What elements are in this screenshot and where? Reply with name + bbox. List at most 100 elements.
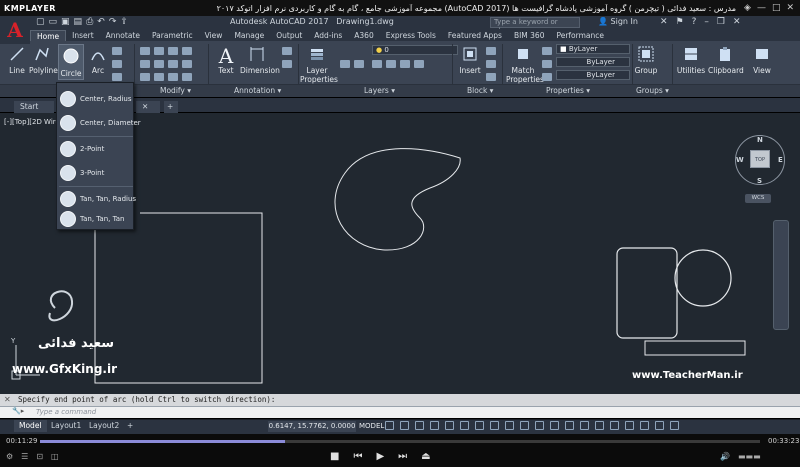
sign-in-button[interactable]: 👤 Sign In [598, 17, 638, 26]
close-icon[interactable]: ✕ [786, 3, 794, 13]
layer-match-icon[interactable] [340, 60, 350, 68]
open-file-icon[interactable]: ▭ [49, 17, 58, 27]
erase-icon[interactable] [182, 47, 192, 55]
layer-lock-icon[interactable] [414, 60, 424, 68]
panel-layers[interactable]: Layers ▾ [364, 86, 395, 95]
layer-isolate-icon[interactable] [386, 60, 396, 68]
a360-icon[interactable]: ⚑ [676, 17, 684, 27]
leader-icon[interactable] [282, 47, 292, 55]
line-button[interactable]: Line [6, 46, 28, 75]
selection-cycling-icon[interactable] [520, 421, 529, 430]
annotation-scale-icon[interactable] [535, 421, 544, 430]
coordinates-display[interactable]: 0.6147, 15.7762, 0.0000 [268, 421, 356, 432]
volume-slider[interactable]: ▬▬▬ [738, 452, 761, 461]
wcs-menu[interactable]: WCS [745, 194, 771, 203]
pin-icon[interactable]: ◈ [744, 3, 751, 13]
save-as-icon[interactable]: ▤ [74, 17, 83, 27]
tab-parametric[interactable]: Parametric [146, 30, 199, 41]
seek-bar[interactable] [40, 440, 760, 443]
window-restore-icon[interactable]: ❐ [717, 17, 725, 27]
exchange-icon[interactable]: ✕ [660, 17, 668, 27]
command-prompt-icon[interactable]: 🔧▸ [12, 407, 24, 415]
compass-north[interactable]: N [757, 136, 763, 144]
tab-insert[interactable]: Insert [66, 30, 100, 41]
transparency-icon[interactable] [505, 421, 514, 430]
explode-icon[interactable] [182, 60, 192, 68]
layer-previous-icon[interactable] [354, 60, 364, 68]
utilities-button[interactable]: Utilities [676, 46, 706, 75]
app-menu-button[interactable]: A [0, 16, 30, 44]
lineweight-toggle-icon[interactable] [490, 421, 499, 430]
tab-express-tools[interactable]: Express Tools [380, 30, 442, 41]
share-icon[interactable]: ⇪ [120, 17, 128, 27]
panel-block[interactable]: Block ▾ [467, 86, 493, 95]
layer-dropdown[interactable]: ● 0 [372, 45, 458, 55]
model-space-button[interactable]: MODEL [356, 421, 387, 432]
new-file-icon[interactable]: ▢ [36, 17, 45, 27]
edit-block-icon[interactable] [486, 60, 496, 68]
text-button[interactable]: A Text [216, 44, 236, 75]
panel-annotation[interactable]: Annotation ▾ [234, 86, 281, 95]
grid-icon[interactable] [385, 421, 394, 430]
tab-view[interactable]: View [199, 30, 229, 41]
tab-home[interactable]: Home [30, 30, 67, 41]
dimension-button[interactable]: Dimension [240, 46, 280, 75]
circle-tan-tan-tan-item[interactable]: Tan, Tan, Tan [57, 207, 135, 231]
tab-output[interactable]: Output [270, 30, 308, 41]
window-close-icon[interactable]: ✕ [733, 17, 741, 27]
volume-icon[interactable]: 🔊 [720, 452, 730, 461]
file-tab-start[interactable]: Start [14, 101, 54, 113]
polar-icon[interactable] [430, 421, 439, 430]
array-icon[interactable] [168, 73, 178, 81]
viewcube-top-face[interactable]: TOP [750, 150, 770, 168]
osnap-icon[interactable] [475, 421, 484, 430]
lineweight-dropdown[interactable]: ByLayer [556, 57, 630, 67]
capture-icon[interactable]: ⊡ [36, 452, 43, 461]
search-input[interactable]: Type a keyword or phrase [490, 17, 580, 35]
play-icon[interactable]: ▶ [376, 451, 384, 462]
previous-icon[interactable]: ⏮ [353, 451, 362, 462]
mirror-icon[interactable] [154, 60, 164, 68]
layout-tab-layout1[interactable]: Layout1 [46, 420, 86, 432]
3d-icon[interactable]: ◫ [51, 452, 59, 461]
fillet-icon[interactable] [168, 60, 178, 68]
tab-a360[interactable]: A360 [348, 30, 379, 41]
playlist-icon[interactable]: ☰ [21, 452, 28, 461]
undo-icon[interactable]: ↶ [97, 17, 105, 27]
compass-south[interactable]: S [757, 177, 762, 185]
circle-center-diameter-item[interactable]: Center, Diameter [57, 111, 141, 135]
tab-add-ins[interactable]: Add-ins [308, 30, 348, 41]
window-minimize-icon[interactable]: – [704, 17, 709, 27]
scale-icon[interactable] [154, 73, 164, 81]
rotate-icon[interactable] [154, 47, 164, 55]
hatch-icon[interactable] [112, 60, 122, 68]
gradient-icon[interactable] [112, 73, 122, 81]
isolate-objects-icon[interactable] [625, 421, 634, 430]
panel-modify[interactable]: Modify ▾ [160, 86, 191, 95]
plot-icon[interactable]: ⎙ [86, 17, 93, 27]
tab-featured-apps[interactable]: Featured Apps [442, 30, 508, 41]
new-layout-button[interactable]: + [122, 420, 138, 432]
help-icon[interactable]: ? [692, 17, 697, 27]
panel-properties[interactable]: Properties ▾ [546, 86, 590, 95]
color-dropdown[interactable]: ■ ByLayer [556, 44, 630, 54]
rectangle-icon[interactable] [112, 47, 122, 55]
hardware-acceleration-icon[interactable] [640, 421, 649, 430]
units-icon[interactable] [580, 421, 589, 430]
quick-properties-icon[interactable] [595, 421, 604, 430]
edit-attributes-icon[interactable] [486, 73, 496, 81]
linetype-dropdown[interactable]: ByLayer [556, 70, 630, 80]
layout-tab-layout2[interactable]: Layout2 [84, 420, 124, 432]
clipboard-button[interactable]: Clipboard [708, 46, 744, 75]
new-tab-button[interactable]: + [164, 101, 178, 113]
palette-icon[interactable] [542, 47, 552, 55]
trim-icon[interactable] [168, 47, 178, 55]
object-track-icon[interactable] [460, 421, 469, 430]
create-block-icon[interactable] [486, 47, 496, 55]
tab-bim-360[interactable]: BIM 360 [508, 30, 551, 41]
layer-properties-button[interactable]: Layer Properties [300, 46, 338, 84]
tab-annotate[interactable]: Annotate [100, 30, 146, 41]
isodraft-icon[interactable] [445, 421, 454, 430]
tab-manage[interactable]: Manage [228, 30, 270, 41]
compass-west[interactable]: W [736, 156, 744, 164]
